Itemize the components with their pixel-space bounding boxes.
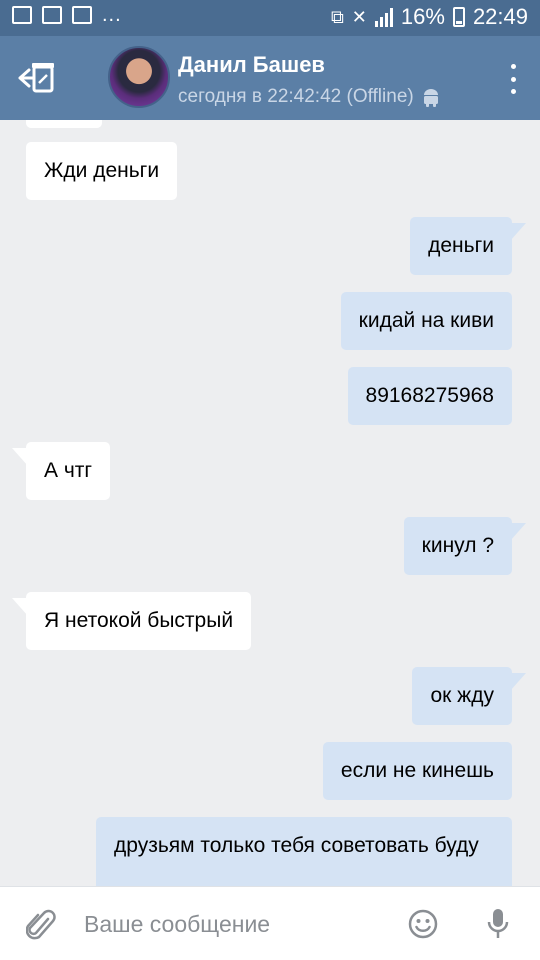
message-input[interactable] bbox=[84, 903, 374, 945]
gallery-notification-icon bbox=[12, 6, 32, 24]
last-seen-status: сегодня в 22:42:42 (Offline) bbox=[178, 86, 440, 108]
message-bubble-outgoing[interactable]: кинул ? bbox=[403, 517, 527, 575]
last-seen-text: сегодня в 22:42:42 (Offline) bbox=[178, 86, 414, 107]
more-menu-button[interactable] bbox=[506, 64, 520, 94]
emoji-button[interactable] bbox=[408, 909, 438, 939]
more-notifications: ... bbox=[102, 4, 122, 26]
message-text: ок жду bbox=[430, 684, 494, 707]
message-bubble-incoming[interactable]: Я нетокой быстрый bbox=[11, 592, 252, 650]
contact-avatar[interactable] bbox=[108, 46, 170, 108]
message-bubble-incoming[interactable]: А чтг bbox=[11, 442, 111, 500]
smiley-icon bbox=[408, 909, 438, 939]
notification-icons: ... bbox=[12, 4, 122, 26]
message-text: 89168275968 bbox=[365, 384, 494, 407]
more-vertical-icon bbox=[510, 64, 516, 69]
message-text: А чтг bbox=[44, 459, 93, 482]
message-bubble-outgoing[interactable]: кидай на киви bbox=[340, 292, 512, 350]
message-bubble-outgoing[interactable]: ок жду bbox=[412, 667, 526, 725]
clock: 22:49 bbox=[472, 4, 528, 29]
message-text: если не кинешь bbox=[340, 759, 494, 782]
message-list[interactable]: Жди деньги деньги кидай на киви 89168275… bbox=[0, 120, 540, 886]
message-text: Я нетокой быстрый bbox=[44, 609, 234, 632]
app-notification-icon bbox=[42, 6, 62, 24]
signal-icon bbox=[374, 7, 393, 27]
cast-icon: ⧉ bbox=[330, 6, 344, 27]
mute-icon: ✕ bbox=[351, 6, 367, 27]
message-composer bbox=[0, 886, 540, 960]
paperclip-icon bbox=[25, 909, 56, 940]
contact-name[interactable]: Данил Башев bbox=[178, 52, 325, 78]
message-bubble-partial bbox=[26, 120, 102, 128]
message-bubble-outgoing[interactable]: деньги bbox=[410, 217, 526, 275]
back-button[interactable] bbox=[14, 58, 58, 98]
message-bubble-outgoing[interactable]: 89168275968 bbox=[347, 367, 512, 425]
status-bar: ... ⧉ ✕ 16% 22:49 bbox=[0, 0, 540, 36]
back-to-dialogs-icon bbox=[18, 63, 54, 93]
battery-percent: 16% bbox=[400, 4, 445, 29]
battery-icon bbox=[452, 7, 465, 27]
attach-button[interactable] bbox=[25, 907, 56, 943]
chat-header: Данил Башев сегодня в 22:42:42 (Offline) bbox=[0, 36, 540, 120]
message-text: кинул ? bbox=[421, 534, 494, 557]
android-icon bbox=[423, 89, 438, 107]
message-bubble-outgoing[interactable]: если не кинешь bbox=[322, 742, 512, 800]
message-text: кидай на киви bbox=[358, 309, 494, 332]
message-text: Жди деньги bbox=[44, 159, 160, 182]
voice-message-button[interactable] bbox=[486, 907, 510, 941]
message-bubble-outgoing[interactable]: друзьям только тебя советовать буду bbox=[96, 817, 512, 886]
message-bubble-incoming[interactable]: Жди деньги bbox=[26, 142, 178, 200]
message-text: друзьям только тебя советовать буду bbox=[114, 834, 479, 857]
clipboard-notification-icon bbox=[72, 6, 92, 24]
system-indicators: ⧉ ✕ 16% 22:49 bbox=[331, 4, 528, 30]
microphone-icon bbox=[487, 909, 509, 938]
message-text: деньги bbox=[428, 234, 494, 257]
